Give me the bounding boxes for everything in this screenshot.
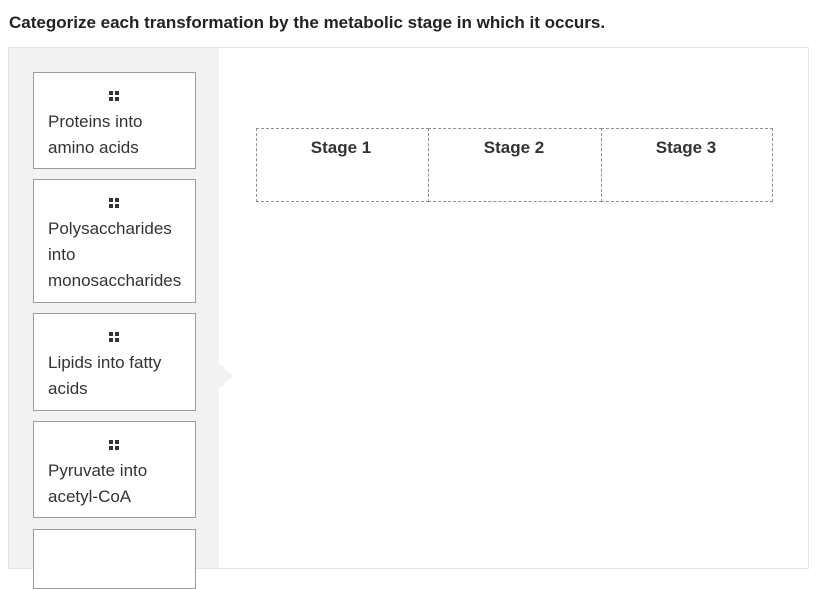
workspace-frame: Proteins into amino acids Polysaccharide… <box>8 47 809 589</box>
grip-icon <box>109 91 120 102</box>
card-label: Proteins into amino acids <box>48 112 143 157</box>
draggable-card-proteins[interactable]: Proteins into amino acids <box>33 72 196 169</box>
draggable-card-partial[interactable] <box>33 529 196 589</box>
question-prompt: Categorize each transformation by the me… <box>9 13 606 32</box>
draggable-card-pyruvate[interactable]: Pyruvate into acetyl-CoA <box>33 421 196 518</box>
grip-icon <box>109 332 120 343</box>
card-label: Lipids into fatty acids <box>48 353 162 398</box>
grip-icon <box>109 198 120 209</box>
grip-icon <box>109 440 120 451</box>
answer-bank-arrow <box>219 363 233 389</box>
card-label: Polysaccharides into monosaccharides <box>48 219 182 290</box>
dropzone-stage-3[interactable] <box>601 128 773 202</box>
draggable-card-lipids[interactable]: Lipids into fatty acids <box>33 313 196 411</box>
draggable-card-polysaccharides[interactable]: Polysaccharides into monosaccharides <box>33 179 196 303</box>
dropzone-stage-1[interactable] <box>256 128 429 202</box>
dropzone-stage-2[interactable] <box>428 128 602 202</box>
card-label: Pyruvate into acetyl-CoA <box>48 461 148 506</box>
